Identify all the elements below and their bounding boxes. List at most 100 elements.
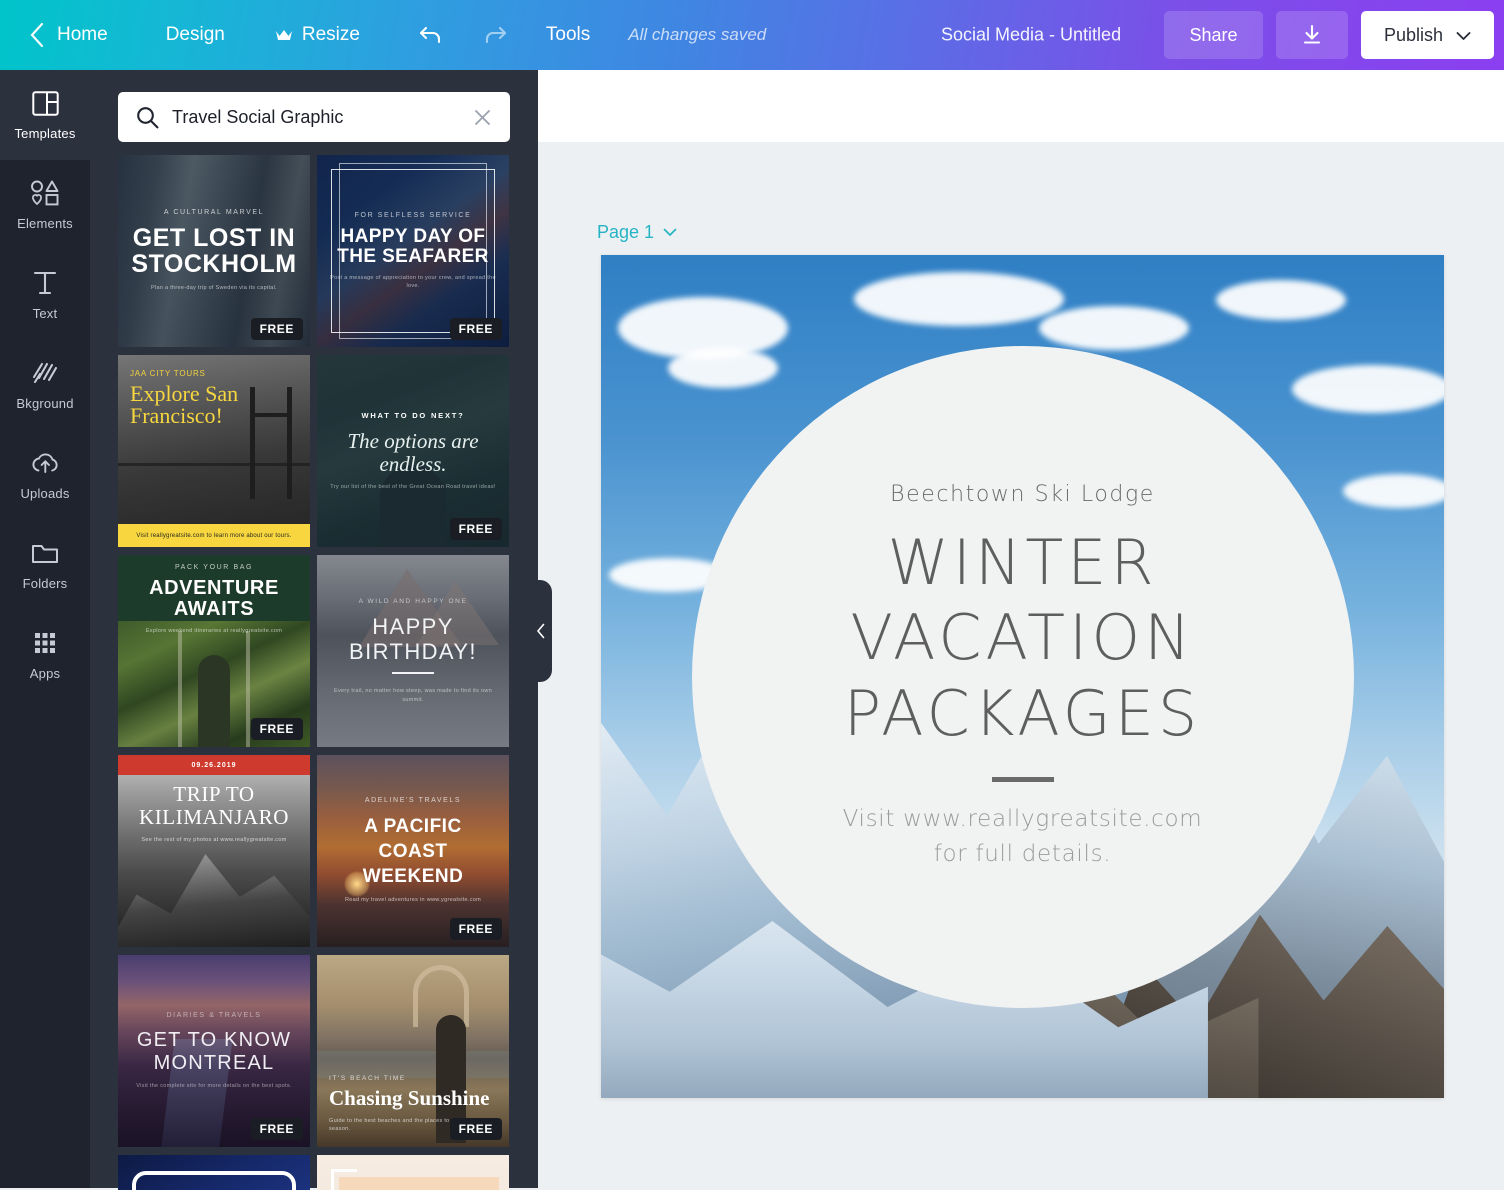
sidebar-item-label: Bkground — [16, 396, 73, 411]
sidebar-item-label: Folders — [23, 576, 68, 591]
redo-button[interactable] — [482, 22, 508, 48]
panel-collapse-handle[interactable] — [530, 580, 552, 682]
design-divider — [992, 777, 1054, 782]
template-subtext: Try our list of the best of the Great Oc… — [330, 483, 495, 491]
templates-panel: A CULTURAL MARVEL GET LOST IN STOCKHOLM … — [90, 70, 538, 1188]
template-title: HAPPY DAY OF THE SEAFARER — [327, 227, 499, 267]
template-subtext: Visit the complete site for more details… — [136, 1082, 291, 1090]
template-subtext: Explore weekend itineraries at reallygre… — [146, 627, 282, 635]
template-subtext: See the rest of my photos at www.reallyg… — [141, 836, 286, 844]
template-card[interactable]: DIARIES & TRAVELS GET TO KNOW MONTREAL V… — [118, 955, 310, 1147]
design-title: WINTER VACATION PACKAGES — [844, 525, 1202, 752]
template-card[interactable]: 09.26.2019 TRIP TO KILIMANJARO See the r… — [118, 755, 310, 947]
free-badge: FREE — [450, 518, 502, 540]
template-title: GET LOST IN STOCKHOLM — [128, 225, 300, 277]
template-title: Explore San Francisco! — [130, 383, 298, 428]
hatch-pattern-icon — [32, 359, 58, 387]
home-button[interactable]: Home — [57, 24, 108, 46]
template-subtext: Post a message of appreciation to your c… — [327, 274, 499, 291]
design-kicker: Beechtown Ski Lodge — [890, 482, 1155, 507]
tools-button[interactable]: Tools — [546, 24, 590, 46]
resize-button[interactable]: Resize — [275, 24, 360, 46]
sidebar-item-text[interactable]: Text — [0, 250, 90, 340]
template-title: Chasing Sunshine — [329, 1088, 490, 1110]
sidebar-item-apps[interactable]: Apps — [0, 610, 90, 700]
template-title: ADVENTURE AWAITS — [128, 578, 300, 620]
search-icon — [136, 106, 159, 129]
templates-icon — [32, 89, 59, 117]
color-block-shape — [339, 1177, 499, 1190]
download-button[interactable] — [1276, 11, 1348, 59]
sidebar-item-label: Elements — [17, 216, 73, 231]
cloud-shape — [854, 272, 1064, 326]
back-chevron-icon[interactable] — [28, 22, 45, 48]
template-kicker: WHAT TO DO NEXT? — [361, 411, 464, 420]
sidebar-item-bkground[interactable]: Bkground — [0, 340, 90, 430]
left-sidebar: Templates Elements Text Bkground Uploads… — [0, 70, 90, 1188]
free-badge: FREE — [450, 318, 502, 340]
download-icon — [1300, 23, 1324, 47]
grid-apps-icon — [33, 629, 57, 657]
cloud-upload-icon — [30, 449, 60, 477]
template-card[interactable] — [118, 1155, 310, 1190]
circle-text-overlay[interactable]: Beechtown Ski Lodge WINTER VACATION PACK… — [692, 346, 1354, 1008]
publish-button[interactable]: Publish — [1361, 11, 1494, 59]
sidebar-item-templates[interactable]: Templates — [0, 70, 90, 160]
search-input[interactable] — [172, 107, 473, 128]
sidebar-item-label: Templates — [14, 126, 75, 141]
template-card[interactable]: IT'S BEACH TIME Chasing Sunshine Guide t… — [317, 955, 509, 1147]
template-title: GET TO KNOW MONTREAL — [128, 1029, 300, 1075]
design-canvas[interactable]: Beechtown Ski Lodge WINTER VACATION PACK… — [601, 255, 1444, 1098]
corner-bracket-shape — [331, 1169, 357, 1190]
page-selector[interactable]: Page 1 — [597, 222, 677, 243]
folder-icon — [31, 539, 59, 567]
design-title-line-2: VACATION — [844, 600, 1202, 676]
template-kicker: FOR SELFLESS SERVICE — [355, 212, 472, 219]
template-card[interactable]: ADELINE'S TRAVELS A PACIFIC COAST WEEKEN… — [317, 755, 509, 947]
document-title[interactable]: Social Media - Untitled — [941, 25, 1121, 46]
template-divider — [392, 672, 434, 674]
template-results-grid[interactable]: A CULTURAL MARVEL GET LOST IN STOCKHOLM … — [118, 155, 510, 1190]
free-badge: FREE — [450, 1118, 502, 1140]
template-subtext: Read my travel adventures in www.ygreats… — [345, 896, 481, 904]
design-subtitle-line-2: for full details. — [843, 837, 1203, 872]
sidebar-item-elements[interactable]: Elements — [0, 160, 90, 250]
rounded-frame-shape — [132, 1171, 296, 1190]
template-kicker: ADELINE'S TRAVELS — [365, 797, 461, 804]
cloud-shape — [1292, 365, 1444, 413]
publish-label: Publish — [1384, 25, 1443, 46]
sidebar-item-uploads[interactable]: Uploads — [0, 430, 90, 520]
design-title-line-3: PACKAGES — [844, 676, 1202, 752]
template-kicker: IT'S BEACH TIME — [329, 1075, 406, 1082]
template-card[interactable]: JAA City Tours Explore San Francisco! Vi… — [118, 355, 310, 547]
undo-button[interactable] — [418, 22, 444, 48]
canvas-area: Page 1 Beechtown Ski Lodge WINTER VACATI… — [538, 70, 1504, 1188]
template-card[interactable]: PACK YOUR BAG ADVENTURE AWAITS Explore w… — [118, 555, 310, 747]
template-subtext: Plan a three-day trip of Sweden via its … — [151, 284, 277, 292]
share-button[interactable]: Share — [1164, 11, 1263, 59]
template-title: The options are endless. — [327, 430, 499, 475]
template-card[interactable]: WHAT TO DO NEXT? The options are endless… — [317, 355, 509, 547]
save-status-label: All changes saved — [628, 25, 766, 45]
template-title: HAPPY BIRTHDAY! — [327, 615, 499, 664]
resize-label: Resize — [302, 24, 360, 46]
free-badge: FREE — [251, 318, 303, 340]
design-subtitle: Visit www.reallygreatsite.com for full d… — [843, 802, 1203, 871]
chevron-down-icon[interactable] — [663, 224, 677, 242]
sidebar-item-folders[interactable]: Folders — [0, 520, 90, 610]
template-card[interactable] — [317, 1155, 509, 1190]
page-label: Page 1 — [597, 222, 654, 243]
template-kicker: JAA City Tours — [130, 369, 206, 378]
cloud-shape — [1039, 306, 1189, 350]
chevron-down-icon — [1456, 25, 1471, 46]
close-icon[interactable] — [473, 108, 492, 127]
template-card[interactable]: A WILD AND HAPPY ONE HAPPY BIRTHDAY! Eve… — [317, 555, 509, 747]
search-bar[interactable] — [118, 92, 510, 142]
template-card[interactable]: A CULTURAL MARVEL GET LOST IN STOCKHOLM … — [118, 155, 310, 347]
template-kicker: PACK YOUR BAG — [175, 564, 253, 571]
design-button[interactable]: Design — [166, 24, 225, 46]
text-icon — [33, 269, 57, 297]
template-kicker: DIARIES & TRAVELS — [166, 1012, 261, 1019]
canvas-top-strip — [538, 70, 1504, 142]
template-card[interactable]: FOR SELFLESS SERVICE HAPPY DAY OF THE SE… — [317, 155, 509, 347]
